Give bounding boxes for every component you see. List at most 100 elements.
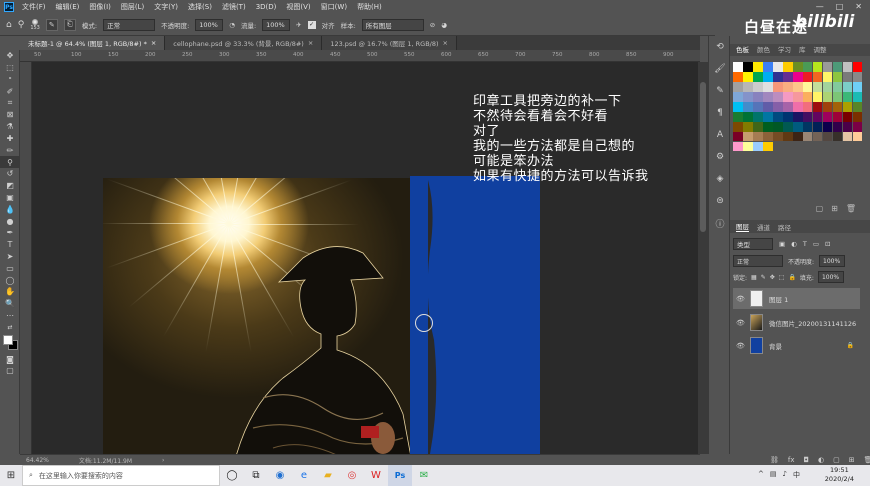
adjustment-layer-icon[interactable]: ◐ [818,456,824,464]
brushes-icon[interactable]: ✎ [709,80,731,102]
color-swatch[interactable] [812,71,823,82]
color-swatch[interactable] [822,91,833,102]
color-swatch[interactable] [733,62,743,72]
brush-settings-icon[interactable]: 🖌 [709,58,731,80]
color-swatch[interactable] [832,62,843,72]
menu-file[interactable]: 文件(F) [22,2,46,12]
color-swatch[interactable] [782,91,793,102]
pressure-opacity-icon[interactable]: ◔ [229,21,235,29]
color-swatch[interactable] [752,121,763,132]
color-swatch[interactable] [782,121,793,132]
color-swatch[interactable] [772,101,783,112]
tab-close-icon[interactable]: × [151,39,156,47]
dodge-tool-icon[interactable]: ● [0,215,20,227]
color-swatch[interactable] [762,62,773,72]
file-explorer-icon[interactable]: ▰ [316,465,340,486]
history-brush-tool-icon[interactable]: ↺ [0,168,20,180]
properties-icon[interactable]: ⚙ [709,146,731,168]
mode-select[interactable]: 正常 [103,18,156,31]
new-group-icon[interactable]: ▢ [833,456,840,464]
vertical-scrollbar[interactable] [698,62,708,454]
tab-cellophane[interactable]: cellophane.psd @ 33.3% (背景, RGB/8#) × [165,36,323,50]
color-swatch[interactable] [752,71,763,82]
color-swatch[interactable] [742,141,753,152]
status-arrow-icon[interactable]: › [162,457,164,464]
color-swatch[interactable] [852,121,863,132]
quick-select-tool-icon[interactable]: ✐ [0,85,20,97]
menu-type[interactable]: 文字(Y) [154,2,178,12]
flow-input[interactable]: 100% [262,18,291,31]
color-swatch[interactable] [782,111,793,122]
rectangle-tool-icon[interactable]: ▭ [0,262,20,274]
color-swatch[interactable] [752,81,763,92]
menu-view[interactable]: 视图(V) [286,2,310,12]
color-swatch[interactable] [762,141,773,152]
color-swatch[interactable] [802,81,813,92]
color-swatch[interactable] [733,71,743,82]
blend-mode-select[interactable]: 正常 [733,255,783,267]
color-swatch[interactable] [733,131,743,142]
taskbar-search-input[interactable]: ⌕ 在这里输入你要搜索的内容 [22,465,220,486]
layer-row-wechat-image[interactable]: 👁 微信图片_20200131141126 [733,312,860,333]
frame-tool-icon[interactable]: ⊠ [0,109,20,121]
quick-mask-icon[interactable]: ◙ [0,353,20,365]
color-swatch[interactable] [772,62,783,72]
tab-learn[interactable]: 学习 [778,44,791,56]
color-swatch[interactable] [782,62,793,72]
color-swatch[interactable] [752,131,763,142]
color-swatch[interactable] [742,101,753,112]
menu-window[interactable]: 窗口(W) [321,2,347,12]
menu-image[interactable]: 图像(I) [89,2,111,12]
layer-filter-select[interactable]: 类型 [733,238,773,250]
color-swatch[interactable] [802,121,813,132]
more-tools-icon[interactable]: ⋯ [0,310,20,322]
marquee-tool-icon[interactable]: ⬚ [0,62,20,74]
pressure-size-icon[interactable]: ◕ [441,21,447,29]
home-icon[interactable]: ⌂ [6,20,12,30]
color-swatch[interactable] [802,71,813,82]
ignore-adjustment-icon[interactable]: ⊘ [430,21,435,29]
color-swatch[interactable] [792,121,803,132]
color-swatch[interactable] [792,91,803,102]
sample-select[interactable]: 所有图层 [361,18,424,31]
tab-color[interactable]: 颜色 [757,44,770,56]
menu-layer[interactable]: 图层(L) [121,2,144,12]
lock-paint-icon[interactable]: ✎ [761,274,766,281]
zoom-tool-icon[interactable]: 🔍 [0,298,20,310]
canvas-photo[interactable] [103,178,441,454]
color-swatch[interactable] [852,101,863,112]
color-swatch[interactable] [852,81,863,92]
canvas-workspace[interactable]: 印章工具把旁边的补一下 不然待会看着会不好看 对了 我的一些方法都是自己想的 可… [32,62,698,454]
color-swatch[interactable] [822,62,833,72]
color-swatch[interactable] [742,111,753,122]
color-swatch[interactable] [792,101,803,112]
color-swatch[interactable] [752,91,763,102]
color-swatch[interactable] [742,62,753,72]
color-swatch[interactable] [852,111,863,122]
app-logo[interactable]: Ps [4,2,14,12]
color-swatch[interactable] [802,91,813,102]
color-swatch[interactable] [762,111,773,122]
color-swatch[interactable] [733,121,743,132]
color-swatch[interactable] [812,131,823,142]
color-swatch[interactable] [822,81,833,92]
edge-browser-icon[interactable]: e [292,465,316,486]
link-layers-icon[interactable]: ⛓ [770,456,779,464]
color-swatch[interactable] [802,101,813,112]
tab-layers[interactable]: 图层 [736,221,749,232]
hand-tool-icon[interactable]: ✋ [0,286,20,298]
brush-tool-icon[interactable]: ✏ [0,144,20,156]
toggle-brush-panel-button[interactable]: ✎ [45,18,58,31]
color-swatch[interactable] [842,71,853,82]
tray-chevron-icon[interactable]: ^ [758,470,764,480]
layer-style-icon[interactable]: fx [788,456,795,464]
screen-mode-icon[interactable]: ▢ [0,365,20,377]
color-swatch[interactable] [742,71,753,82]
adjustments-icon[interactable]: ⊜ [709,190,731,212]
tab-channels[interactable]: 通道 [757,222,770,232]
tab-paths[interactable]: 路径 [778,222,791,232]
new-layer-icon[interactable]: ⊞ [849,456,855,464]
menu-select[interactable]: 选择(S) [188,2,212,12]
close-button[interactable]: ✕ [855,2,862,11]
color-swatch[interactable] [812,101,823,112]
